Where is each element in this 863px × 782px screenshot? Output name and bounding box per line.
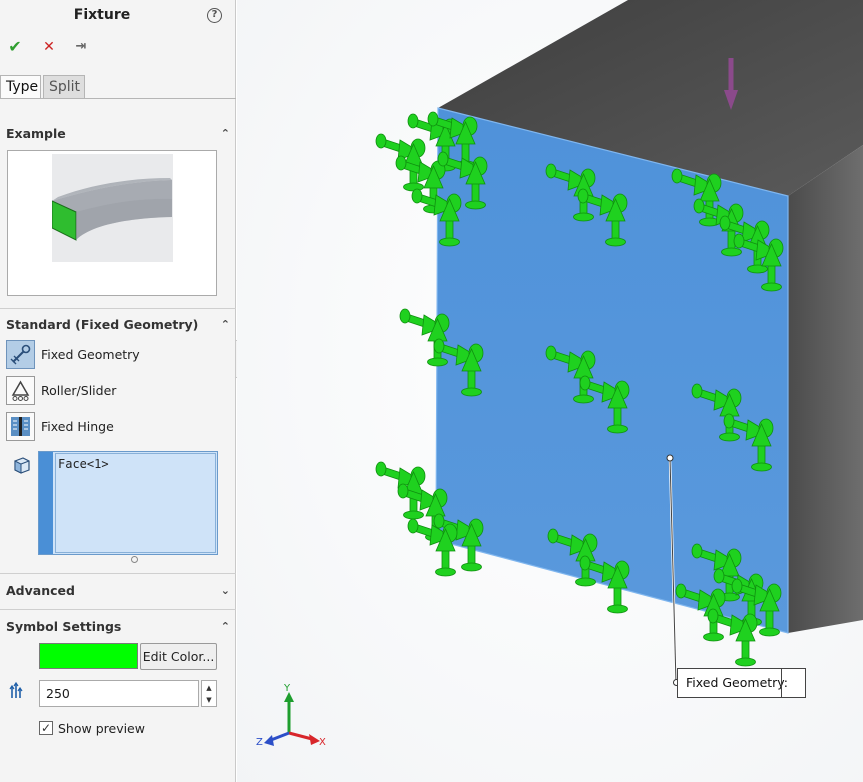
example-image xyxy=(51,154,173,262)
show-preview-checkbox[interactable]: ✓ xyxy=(39,721,53,735)
spin-up-icon[interactable]: ▲ xyxy=(202,684,216,692)
curved-beam-illustration xyxy=(51,178,172,241)
fixture-callout[interactable]: Fixed Geometry: xyxy=(677,668,806,698)
ok-button[interactable]: ✔ xyxy=(6,38,24,56)
standard-section-header[interactable]: Standard (Fixed Geometry) ⌃ xyxy=(0,312,236,338)
symbol-size-input[interactable]: 250 xyxy=(39,680,199,707)
roller-slider-option[interactable]: Roller/Slider xyxy=(6,376,232,406)
pin-icon[interactable]: ⇥ xyxy=(72,38,90,56)
tab-divider xyxy=(0,98,236,99)
section-divider xyxy=(0,308,236,309)
example-section-header[interactable]: Example ⌃ xyxy=(0,121,236,147)
chevron-up-icon[interactable]: ⌃ xyxy=(221,121,230,147)
chevron-up-icon[interactable]: ⌃ xyxy=(221,312,230,338)
symbol-color-swatch xyxy=(39,643,138,669)
tab-split[interactable]: Split xyxy=(43,75,85,99)
section-divider xyxy=(0,609,236,610)
triad-x-label: X xyxy=(319,737,326,748)
symbol-size-icon xyxy=(9,681,29,701)
tab-type[interactable]: Type xyxy=(0,75,41,99)
property-manager-panel: Fixture ? ✔ ✕ ⇥ Type Split Example ⌃ Sta… xyxy=(0,0,236,782)
selected-entities-list[interactable]: Face<1> xyxy=(38,451,218,555)
cancel-button[interactable]: ✕ xyxy=(40,38,58,56)
fixed-hinge-label: Fixed Hinge xyxy=(41,419,114,434)
callout-value-cell xyxy=(781,669,805,697)
fixed-hinge-icon[interactable] xyxy=(6,412,35,441)
standard-section-title: Standard (Fixed Geometry) xyxy=(6,317,199,332)
graphics-viewport[interactable]: Y X Z xyxy=(237,0,863,782)
advanced-section-title: Advanced xyxy=(6,583,75,598)
selected-entity-item[interactable]: Face<1> xyxy=(58,457,109,471)
symbol-size-stepper[interactable]: ▲ ▼ xyxy=(201,680,217,707)
spin-down-icon[interactable]: ▼ xyxy=(202,696,216,704)
symbol-settings-section-header[interactable]: Symbol Settings ⌃ xyxy=(0,614,236,640)
model-scene: Y X Z xyxy=(237,0,863,782)
face-selection-icon xyxy=(12,455,32,475)
advanced-section-header[interactable]: Advanced ⌄ xyxy=(0,578,236,604)
chevron-down-icon[interactable]: ⌄ xyxy=(221,578,230,604)
selection-focus-bar xyxy=(39,452,53,554)
symbol-settings-section-title: Symbol Settings xyxy=(6,619,122,634)
triad-z-label: Z xyxy=(256,737,263,748)
fixed-hinge-option[interactable]: Fixed Hinge xyxy=(6,412,232,442)
list-resize-grip[interactable] xyxy=(131,556,138,563)
roller-slider-label: Roller/Slider xyxy=(41,383,117,398)
triad-y-label: Y xyxy=(283,683,291,694)
panel-title: Fixture xyxy=(73,7,131,23)
help-icon[interactable]: ? xyxy=(207,8,222,23)
section-divider xyxy=(0,573,236,574)
fixed-geometry-option[interactable]: Fixed Geometry xyxy=(6,340,232,370)
example-preview xyxy=(7,150,217,296)
fixed-geometry-icon[interactable] xyxy=(6,340,35,369)
fixed-geometry-label: Fixed Geometry xyxy=(41,347,140,362)
box-side-face xyxy=(788,145,863,633)
show-preview-label: Show preview xyxy=(58,721,145,736)
edit-color-button[interactable]: Edit Color... xyxy=(140,643,217,670)
callout-label: Fixed Geometry: xyxy=(686,675,788,690)
chevron-up-icon[interactable]: ⌃ xyxy=(221,614,230,640)
roller-slider-icon[interactable] xyxy=(6,376,35,405)
example-section-title: Example xyxy=(6,126,66,141)
